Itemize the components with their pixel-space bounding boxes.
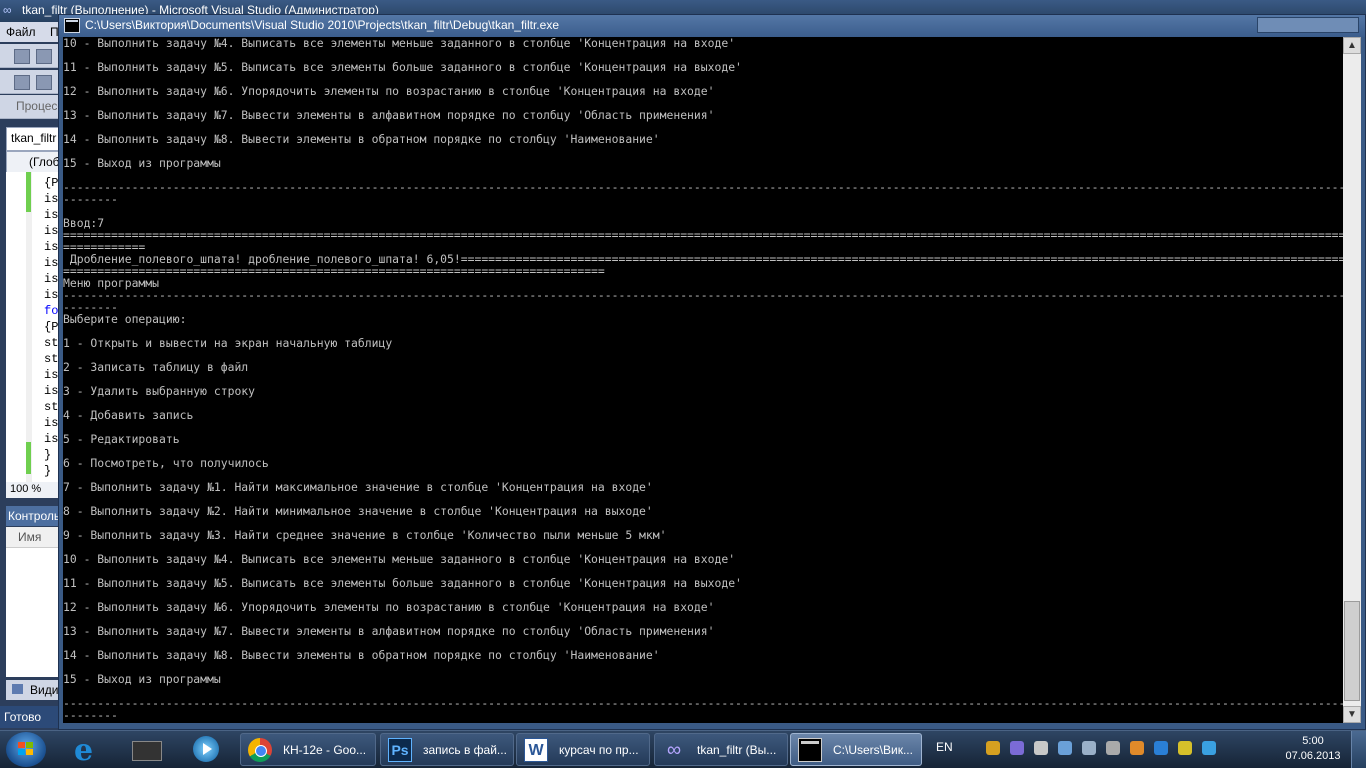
- scanner-icon[interactable]: [128, 733, 164, 765]
- task-label: КН-12е - Goo...: [283, 743, 367, 757]
- zoom-level[interactable]: 100 %: [6, 482, 60, 498]
- view-tab[interactable]: Види: [6, 680, 60, 700]
- code-line: is: [44, 192, 59, 206]
- task-label: курсач по пр...: [559, 743, 639, 757]
- status-text: Готово: [4, 710, 42, 724]
- internet-explorer-icon[interactable]: e: [70, 733, 106, 768]
- code-line: st: [44, 336, 59, 350]
- language-indicator[interactable]: EN: [936, 740, 953, 754]
- clock-date: 07.06.2013: [1285, 750, 1341, 762]
- system-tray: [982, 739, 1222, 761]
- action-center-icon[interactable]: [1082, 741, 1096, 755]
- console-text: 10 - Выполнить задачу №4. Выписать все э…: [63, 37, 1343, 722]
- code-line: st: [44, 352, 59, 366]
- code-line: {P: [44, 176, 59, 190]
- show-desktop-button[interactable]: [1351, 731, 1366, 768]
- vs-status-bar: Готово: [0, 706, 60, 728]
- taskbar: e КН-12е - Goo... Ps запись в фай... W к…: [0, 730, 1366, 768]
- console-app-icon[interactable]: [64, 18, 80, 33]
- taskbar-item-visual-studio[interactable]: ∞ tkan_filtr (Вы...: [654, 733, 788, 766]
- code-line: is: [44, 208, 59, 222]
- console-window[interactable]: C:\Users\Виктория\Documents\Visual Studi…: [58, 14, 1366, 730]
- scroll-up-icon[interactable]: ▲: [1343, 37, 1361, 54]
- code-line: is: [44, 224, 59, 238]
- panel-title-label: Контроль: [8, 509, 61, 523]
- taskbar-item-word[interactable]: W курсач по пр...: [516, 733, 650, 766]
- add-item-icon[interactable]: [36, 49, 52, 64]
- network-icon[interactable]: [1058, 741, 1072, 755]
- vs-menubar: Файл П: [0, 22, 60, 42]
- visual-studio-logo-icon: ∞: [3, 3, 12, 17]
- speaker-icon[interactable]: [1130, 741, 1144, 755]
- save-icon[interactable]: [36, 75, 52, 90]
- code-line: is: [44, 288, 59, 302]
- console-titlebar[interactable]: C:\Users\Виктория\Documents\Visual Studi…: [59, 15, 1365, 37]
- vs-toolbar-standard: [0, 44, 60, 68]
- media-player-icon[interactable]: [188, 733, 224, 765]
- taskbar-item-console[interactable]: C:\Users\Вик...: [790, 733, 922, 766]
- scroll-thumb[interactable]: [1344, 601, 1360, 701]
- word-icon: W: [524, 738, 548, 762]
- taskbar-item-photoshop[interactable]: Ps запись в фай...: [380, 733, 514, 766]
- tray-app-icon[interactable]: [986, 741, 1000, 755]
- visual-studio-icon: ∞: [666, 739, 682, 761]
- windows-logo-icon: [18, 742, 34, 756]
- code-line: is: [44, 256, 59, 270]
- menu-file[interactable]: Файл: [6, 25, 36, 39]
- zoom-label: 100 %: [10, 483, 42, 495]
- window-controls[interactable]: [1257, 17, 1359, 33]
- wifi-icon[interactable]: [1178, 741, 1192, 755]
- clock[interactable]: 5:00 07.06.2013: [1280, 734, 1346, 764]
- change-marker: [26, 172, 31, 212]
- change-marker: [26, 442, 31, 474]
- task-label: C:\Users\Вик...: [833, 743, 913, 757]
- tab-label: tkan_filtr: [11, 131, 57, 145]
- class-view-icon: [12, 684, 23, 694]
- volume-icon[interactable]: [1034, 741, 1048, 755]
- console-icon: [798, 738, 822, 762]
- code-line: }: [44, 448, 52, 462]
- editor-gutter: [26, 172, 32, 482]
- vs-toolbar-debug: [0, 70, 60, 94]
- visual-studio-tray-icon[interactable]: [1010, 741, 1024, 755]
- photoshop-icon: Ps: [388, 738, 412, 762]
- console-scrollbar[interactable]: ▲ ▼: [1343, 37, 1361, 723]
- tab-tkan-filtr[interactable]: tkan_filtr: [6, 127, 60, 151]
- code-line: is: [44, 416, 59, 430]
- bluetooth-icon[interactable]: [1154, 741, 1168, 755]
- code-line: {P: [44, 320, 59, 334]
- vs-toolbar-process: Процесс: [0, 95, 64, 119]
- column-header-name[interactable]: Имя: [6, 527, 60, 548]
- new-project-icon[interactable]: [14, 49, 30, 64]
- code-line: }: [44, 464, 52, 478]
- console-title: C:\Users\Виктория\Documents\Visual Studi…: [85, 18, 559, 32]
- autos-panel: Имя: [6, 527, 60, 677]
- code-line: st: [44, 400, 59, 414]
- column-header-label: Имя: [18, 530, 42, 544]
- clock-time: 5:00: [1302, 735, 1324, 747]
- console-output[interactable]: 10 - Выполнить задачу №4. Выписать все э…: [63, 37, 1343, 723]
- view-tab-label: Види: [30, 683, 59, 697]
- start-button[interactable]: [6, 732, 46, 767]
- process-label: Процесс: [16, 99, 64, 113]
- taskbar-item-chrome[interactable]: КН-12е - Goo...: [240, 733, 376, 766]
- code-line: is: [44, 384, 59, 398]
- display-icon[interactable]: [1106, 741, 1120, 755]
- chrome-icon: [248, 738, 272, 762]
- code-line: is: [44, 272, 59, 286]
- task-label: запись в фай...: [423, 743, 507, 757]
- code-line: is: [44, 240, 59, 254]
- code-line: fo: [44, 304, 59, 318]
- scope-label: (Глоб: [29, 155, 60, 169]
- code-editor[interactable]: {P is is is is is is is fo {P st st is is st is is}}: [6, 172, 60, 482]
- updates-icon[interactable]: [1202, 741, 1216, 755]
- task-label: tkan_filtr (Вы...: [697, 743, 777, 757]
- scroll-down-icon[interactable]: ▼: [1343, 706, 1361, 723]
- code-line: is: [44, 368, 59, 382]
- scope-dropdown[interactable]: (Глоб: [6, 151, 60, 173]
- autos-panel-title[interactable]: Контроль: [6, 506, 60, 526]
- open-file-icon[interactable]: [14, 75, 30, 90]
- code-line: is: [44, 432, 59, 446]
